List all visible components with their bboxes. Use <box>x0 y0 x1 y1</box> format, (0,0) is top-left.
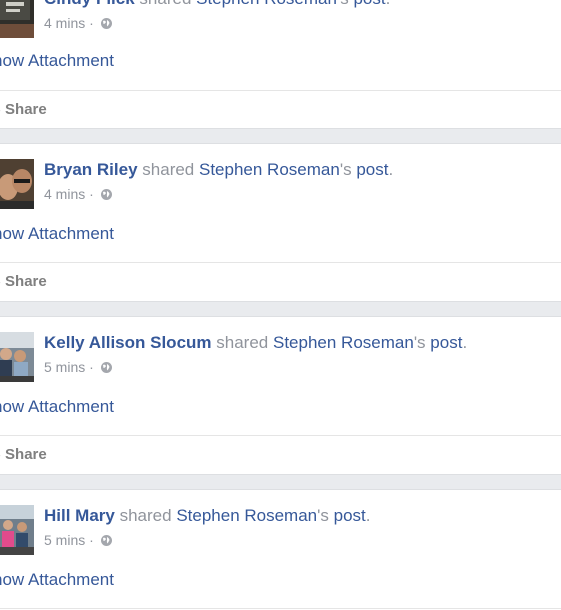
author-link[interactable]: Kelly Allison Slocum <box>44 333 212 352</box>
avatar[interactable] <box>0 159 34 209</box>
timestamp[interactable]: 4 mins <box>44 186 85 202</box>
avatar[interactable] <box>0 505 34 555</box>
post-header: Kelly Allison Slocum shared Stephen Rose… <box>0 332 561 382</box>
post-header: Bryan Riley shared Stephen Roseman's pos… <box>0 159 561 209</box>
action-divider <box>0 262 561 263</box>
news-feed: Cindy Flick shared Stephen Roseman's pos… <box>0 0 561 610</box>
post-headline: Kelly Allison Slocum shared Stephen Rose… <box>44 332 467 354</box>
avatar-photo <box>0 0 34 38</box>
avatar[interactable] <box>0 0 34 38</box>
globe-icon[interactable] <box>100 533 113 551</box>
meta-separator: · <box>89 532 94 548</box>
author-link[interactable]: Cindy Flick <box>44 0 135 8</box>
avatar[interactable] <box>0 332 34 382</box>
post-header: Hill Mary shared Stephen Roseman's post.… <box>0 505 561 555</box>
share-button[interactable]: ▸Share <box>0 446 47 464</box>
feed-post: Kelly Allison Slocum shared Stephen Rose… <box>0 316 561 475</box>
share-button[interactable]: ▸Share <box>0 273 47 291</box>
origin-author-link[interactable]: Stephen Roseman <box>176 506 317 525</box>
author-link[interactable]: Bryan Riley <box>44 160 138 179</box>
meta-separator: · <box>89 186 94 202</box>
action-divider <box>0 608 561 609</box>
share-label: Share <box>5 446 47 463</box>
possessive-text: 's <box>339 160 352 179</box>
possessive-text: 's <box>413 333 426 352</box>
post-link[interactable]: post <box>353 0 385 8</box>
feed-post: Hill Mary shared Stephen Roseman's post.… <box>0 489 561 610</box>
post-meta: 5 mins · <box>44 358 113 378</box>
origin-author-link[interactable]: Stephen Roseman <box>199 160 340 179</box>
meta-separator: · <box>89 359 94 375</box>
feed-post: Cindy Flick shared Stephen Roseman's pos… <box>0 0 561 129</box>
post-link[interactable]: post <box>430 333 462 352</box>
period-text: . <box>462 333 468 352</box>
share-label: Share <box>5 101 47 118</box>
origin-author-link[interactable]: Stephen Roseman <box>273 333 414 352</box>
share-label: Share <box>5 273 47 290</box>
avatar-photo <box>0 505 34 555</box>
show-attachment-link[interactable]: how Attachment <box>0 396 114 418</box>
timestamp[interactable]: 4 mins <box>44 15 85 31</box>
post-header: Cindy Flick shared Stephen Roseman's pos… <box>0 0 561 38</box>
feed-post: Bryan Riley shared Stephen Roseman's pos… <box>0 143 561 302</box>
globe-icon[interactable] <box>100 360 113 378</box>
show-attachment-link[interactable]: how Attachment <box>0 50 114 72</box>
period-text: . <box>386 0 391 8</box>
post-meta: 4 mins · <box>44 14 113 34</box>
possessive-text: 's <box>337 0 349 8</box>
share-button[interactable]: ▸Share <box>0 101 47 119</box>
post-link[interactable]: post <box>356 160 388 179</box>
shared-text: shared <box>119 506 172 525</box>
origin-author-link[interactable]: Stephen Roseman <box>196 0 337 8</box>
shared-text: shared <box>142 160 195 179</box>
period-text: . <box>365 506 371 525</box>
globe-icon[interactable] <box>100 187 113 205</box>
possessive-text: 's <box>317 506 329 525</box>
post-headline: Cindy Flick shared Stephen Roseman's pos… <box>44 0 390 10</box>
shared-text: shared <box>139 0 191 8</box>
action-divider <box>0 90 561 91</box>
timestamp[interactable]: 5 mins <box>44 359 85 375</box>
post-headline: Hill Mary shared Stephen Roseman's post. <box>44 505 371 527</box>
show-attachment-link[interactable]: how Attachment <box>0 223 114 245</box>
timestamp[interactable]: 5 mins <box>44 532 85 548</box>
post-link[interactable]: post <box>334 506 366 525</box>
author-link[interactable]: Hill Mary <box>44 506 115 525</box>
post-headline: Bryan Riley shared Stephen Roseman's pos… <box>44 159 393 181</box>
post-meta: 4 mins · <box>44 185 113 205</box>
post-meta: 5 mins · <box>44 531 113 551</box>
action-divider <box>0 435 561 436</box>
meta-separator: · <box>89 15 94 31</box>
period-text: . <box>388 160 394 179</box>
globe-icon[interactable] <box>100 16 113 34</box>
show-attachment-link[interactable]: how Attachment <box>0 569 114 591</box>
avatar-photo <box>0 159 34 209</box>
shared-text: shared <box>216 333 269 352</box>
avatar-photo <box>0 332 34 382</box>
